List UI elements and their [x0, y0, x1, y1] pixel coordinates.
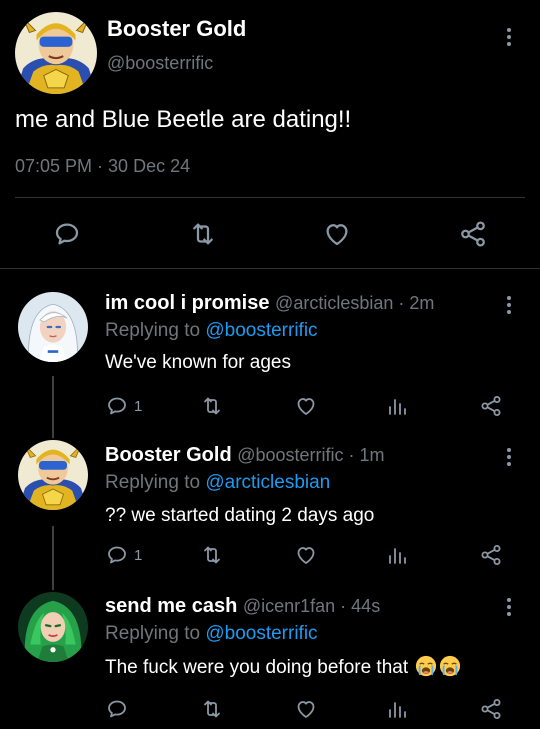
more-options-icon[interactable] [506, 296, 512, 314]
like-icon[interactable] [322, 219, 352, 249]
author-name[interactable]: Booster Gold [107, 16, 246, 42]
divider [0, 268, 540, 269]
like-icon[interactable] [294, 543, 318, 567]
reply-count: 1 [134, 398, 143, 415]
replying-prefix: Replying to [105, 623, 206, 644]
divider [15, 197, 525, 198]
reply-header: Booster Gold @boosterrific · 1m [105, 444, 385, 467]
loudly-crying-face-icon [415, 655, 437, 677]
avatar[interactable] [18, 592, 88, 662]
booster-gold-avatar-icon [18, 440, 88, 510]
replying-to: Replying to @arcticlesbian [105, 472, 330, 494]
reply-text: The fuck were you doing before that [105, 657, 409, 678]
reply-count: 1 [134, 547, 143, 564]
avatar[interactable] [18, 292, 88, 362]
share-icon[interactable] [479, 394, 503, 418]
like-icon[interactable] [294, 394, 318, 418]
author-handle[interactable]: @boosterrific · 1m [237, 445, 384, 465]
retweet-icon[interactable] [200, 543, 224, 567]
replying-to-mention[interactable]: @boosterrific [205, 320, 317, 341]
retweet-icon[interactable] [188, 219, 218, 249]
author-name[interactable]: send me cash [105, 595, 237, 617]
replying-to: Replying to @boosterrific [105, 623, 318, 645]
share-icon[interactable] [479, 543, 503, 567]
replying-to: Replying to @boosterrific [105, 320, 318, 342]
share-icon[interactable] [479, 697, 503, 721]
reply-text-row: The fuck were you doing before that [105, 655, 461, 679]
stats-icon[interactable] [385, 697, 409, 721]
more-options-icon[interactable] [506, 448, 512, 466]
author-handle[interactable]: @icenr1fan · 44s [243, 596, 380, 616]
author-handle[interactable]: @boosterrific [107, 53, 213, 74]
author-handle[interactable]: @arcticlesbian · 2m [275, 293, 434, 313]
author-name[interactable]: Booster Gold [105, 444, 232, 466]
reply-text: We've known for ages [105, 352, 291, 373]
reply-header: im cool i promise @arcticlesbian · 2m [105, 292, 434, 315]
reply-icon[interactable] [105, 697, 129, 721]
replying-to-mention[interactable]: @arcticlesbian [205, 472, 330, 493]
white-haired-woman-avatar-icon [18, 292, 88, 362]
tweet-timestamp[interactable]: 07:05 PM · 30 Dec 24 [15, 156, 190, 177]
reply-header: send me cash @icenr1fan · 44s [105, 595, 380, 618]
avatar[interactable] [15, 12, 97, 94]
stats-icon[interactable] [385, 394, 409, 418]
booster-gold-avatar-icon [15, 12, 97, 94]
share-icon[interactable] [458, 219, 488, 249]
like-icon[interactable] [294, 697, 318, 721]
reply-text: ?? we started dating 2 days ago [105, 505, 375, 526]
more-options-icon[interactable] [506, 598, 512, 616]
green-haired-woman-avatar-icon [18, 592, 88, 662]
retweet-icon[interactable] [200, 697, 224, 721]
thread-line [52, 376, 54, 438]
reply-icon[interactable] [52, 219, 82, 249]
reply-icon[interactable] [105, 394, 129, 418]
avatar[interactable] [18, 440, 88, 510]
replying-to-mention[interactable]: @boosterrific [205, 623, 317, 644]
replying-prefix: Replying to [105, 472, 206, 493]
stats-icon[interactable] [385, 543, 409, 567]
author-name[interactable]: im cool i promise [105, 292, 269, 314]
loudly-crying-face-icon [439, 655, 461, 677]
retweet-icon[interactable] [200, 394, 224, 418]
reply-icon[interactable] [105, 543, 129, 567]
more-options-icon[interactable] [506, 28, 512, 46]
tweet-text: me and Blue Beetle are dating!! [15, 106, 352, 133]
thread-line [52, 526, 54, 590]
replying-prefix: Replying to [105, 320, 206, 341]
